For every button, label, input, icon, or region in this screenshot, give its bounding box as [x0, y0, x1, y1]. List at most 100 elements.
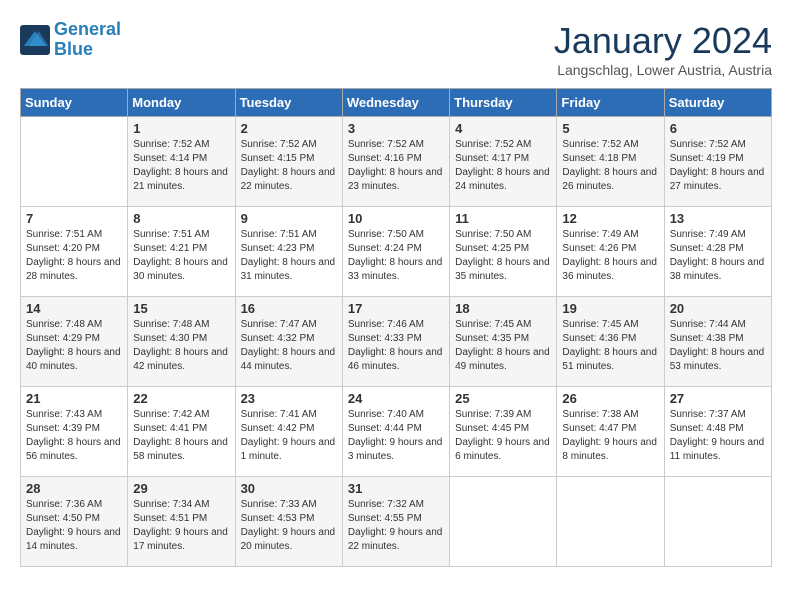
day-number: 10 — [348, 211, 444, 226]
day-cell-9: 9Sunrise: 7:51 AMSunset: 4:23 PMDaylight… — [235, 207, 342, 297]
day-cell-31: 31 Sunrise: 7:32 AMSunset: 4:55 PMDayligh… — [342, 477, 449, 567]
day-cell-6: 6 Sunrise: 7:52 AMSunset: 4:19 PMDaylight… — [664, 117, 771, 207]
day-info: Sunrise: 7:52 AMSunset: 4:16 PMDaylight:… — [348, 138, 444, 194]
day-number: 18 — [455, 301, 551, 316]
day-number: 6 — [670, 121, 766, 136]
day-cell-23: 23 Sunrise: 7:41 AMSunset: 4:42 PMDayligh… — [235, 387, 342, 477]
day-cell-21: 21 Sunrise: 7:43 AMSunset: 4:39 PMDayligh… — [21, 387, 128, 477]
day-number: 14 — [26, 301, 122, 316]
day-info: Sunrise: 7:46 AMSunset: 4:33 PMDaylight:… — [348, 318, 444, 374]
day-info: Sunrise: 7:47 AMSunset: 4:32 PMDaylight:… — [241, 318, 337, 374]
day-number: 23 — [241, 391, 337, 406]
day-info: Sunrise: 7:45 AMSunset: 4:35 PMDaylight:… — [455, 318, 551, 374]
week-row-5: 28 Sunrise: 7:36 AMSunset: 4:50 PMDayligh… — [21, 477, 772, 567]
day-number: 2 — [241, 121, 337, 136]
col-header-monday: Monday — [128, 89, 235, 117]
day-number: 22 — [133, 391, 229, 406]
day-number: 25 — [455, 391, 551, 406]
week-row-4: 21 Sunrise: 7:43 AMSunset: 4:39 PMDayligh… — [21, 387, 772, 477]
day-number: 20 — [670, 301, 766, 316]
day-number: 3 — [348, 121, 444, 136]
col-header-tuesday: Tuesday — [235, 89, 342, 117]
day-number: 30 — [241, 481, 337, 496]
day-info: Sunrise: 7:48 AMSunset: 4:30 PMDaylight:… — [133, 318, 229, 374]
day-info: Sunrise: 7:43 AMSunset: 4:39 PMDaylight:… — [26, 408, 122, 464]
day-cell-10: 10 Sunrise: 7:50 AMSunset: 4:24 PMDayligh… — [342, 207, 449, 297]
day-cell-15: 15 Sunrise: 7:48 AMSunset: 4:30 PMDayligh… — [128, 297, 235, 387]
day-cell-2: 2 Sunrise: 7:52 AMSunset: 4:15 PMDaylight… — [235, 117, 342, 207]
day-info: Sunrise: 7:42 AMSunset: 4:41 PMDaylight:… — [133, 408, 229, 464]
day-cell-11: 11 Sunrise: 7:50 AMSunset: 4:25 PMDayligh… — [450, 207, 557, 297]
day-cell-12: 12 Sunrise: 7:49 AMSunset: 4:26 PMDayligh… — [557, 207, 664, 297]
day-number: 15 — [133, 301, 229, 316]
day-info: Sunrise: 7:50 AMSunset: 4:25 PMDaylight:… — [455, 228, 551, 284]
day-info: Sunrise: 7:52 AMSunset: 4:17 PMDaylight:… — [455, 138, 551, 194]
day-info: Sunrise: 7:51 AMSunset: 4:23 PMDaylight:… — [241, 228, 337, 284]
col-header-thursday: Thursday — [450, 89, 557, 117]
day-info: Sunrise: 7:36 AMSunset: 4:50 PMDaylight:… — [26, 498, 122, 554]
logo-line2: Blue — [54, 39, 93, 59]
day-number: 21 — [26, 391, 122, 406]
week-row-3: 14 Sunrise: 7:48 AMSunset: 4:29 PMDayligh… — [21, 297, 772, 387]
col-header-saturday: Saturday — [664, 89, 771, 117]
subtitle: Langschlag, Lower Austria, Austria — [554, 62, 772, 78]
empty-cell — [21, 117, 128, 207]
day-number: 24 — [348, 391, 444, 406]
month-title: January 2024 — [554, 20, 772, 62]
day-cell-13: 13Sunrise: 7:49 AMSunset: 4:28 PMDayligh… — [664, 207, 771, 297]
day-cell-26: 26 Sunrise: 7:38 AMSunset: 4:47 PMDayligh… — [557, 387, 664, 477]
empty-cell — [664, 477, 771, 567]
day-cell-27: 27 Sunrise: 7:37 AMSunset: 4:48 PMDayligh… — [664, 387, 771, 477]
day-number: 17 — [348, 301, 444, 316]
day-info: Sunrise: 7:37 AMSunset: 4:48 PMDaylight:… — [670, 408, 766, 464]
day-number: 19 — [562, 301, 658, 316]
day-info: Sunrise: 7:45 AMSunset: 4:36 PMDaylight:… — [562, 318, 658, 374]
day-number: 28 — [26, 481, 122, 496]
day-cell-8: 8Sunrise: 7:51 AMSunset: 4:21 PMDaylight… — [128, 207, 235, 297]
col-header-sunday: Sunday — [21, 89, 128, 117]
day-number: 5 — [562, 121, 658, 136]
day-number: 7 — [26, 211, 122, 226]
day-info: Sunrise: 7:52 AMSunset: 4:15 PMDaylight:… — [241, 138, 337, 194]
calendar-table: SundayMondayTuesdayWednesdayThursdayFrid… — [20, 88, 772, 567]
day-info: Sunrise: 7:44 AMSunset: 4:38 PMDaylight:… — [670, 318, 766, 374]
day-cell-17: 17 Sunrise: 7:46 AMSunset: 4:33 PMDayligh… — [342, 297, 449, 387]
day-cell-30: 30 Sunrise: 7:33 AMSunset: 4:53 PMDayligh… — [235, 477, 342, 567]
page-header: General Blue January 2024 Langschlag, Lo… — [20, 20, 772, 78]
logo-icon — [20, 25, 50, 55]
week-row-1: 1 Sunrise: 7:52 AMSunset: 4:14 PMDaylight… — [21, 117, 772, 207]
logo-text: General Blue — [54, 20, 121, 60]
day-number: 12 — [562, 211, 658, 226]
day-cell-5: 5Sunrise: 7:52 AMSunset: 4:18 PMDaylight… — [557, 117, 664, 207]
col-header-wednesday: Wednesday — [342, 89, 449, 117]
day-number: 29 — [133, 481, 229, 496]
day-info: Sunrise: 7:40 AMSunset: 4:44 PMDaylight:… — [348, 408, 444, 464]
day-number: 13 — [670, 211, 766, 226]
day-info: Sunrise: 7:49 AMSunset: 4:26 PMDaylight:… — [562, 228, 658, 284]
day-number: 1 — [133, 121, 229, 136]
day-info: Sunrise: 7:32 AMSunset: 4:55 PMDaylight:… — [348, 498, 444, 554]
day-info: Sunrise: 7:33 AMSunset: 4:53 PMDaylight:… — [241, 498, 337, 554]
day-number: 4 — [455, 121, 551, 136]
day-cell-4: 4 Sunrise: 7:52 AMSunset: 4:17 PMDaylight… — [450, 117, 557, 207]
day-cell-25: 25Sunrise: 7:39 AMSunset: 4:45 PMDayligh… — [450, 387, 557, 477]
logo-line1: General — [54, 19, 121, 39]
day-info: Sunrise: 7:34 AMSunset: 4:51 PMDaylight:… — [133, 498, 229, 554]
day-info: Sunrise: 7:38 AMSunset: 4:47 PMDaylight:… — [562, 408, 658, 464]
day-cell-1: 1 Sunrise: 7:52 AMSunset: 4:14 PMDaylight… — [128, 117, 235, 207]
day-info: Sunrise: 7:51 AMSunset: 4:20 PMDaylight:… — [26, 228, 122, 284]
day-info: Sunrise: 7:50 AMSunset: 4:24 PMDaylight:… — [348, 228, 444, 284]
header-row: SundayMondayTuesdayWednesdayThursdayFrid… — [21, 89, 772, 117]
day-number: 16 — [241, 301, 337, 316]
day-number: 11 — [455, 211, 551, 226]
day-info: Sunrise: 7:41 AMSunset: 4:42 PMDaylight:… — [241, 408, 337, 464]
day-info: Sunrise: 7:52 AMSunset: 4:14 PMDaylight:… — [133, 138, 229, 194]
day-number: 26 — [562, 391, 658, 406]
day-info: Sunrise: 7:48 AMSunset: 4:29 PMDaylight:… — [26, 318, 122, 374]
day-cell-18: 18 Sunrise: 7:45 AMSunset: 4:35 PMDayligh… — [450, 297, 557, 387]
day-cell-19: 19 Sunrise: 7:45 AMSunset: 4:36 PMDayligh… — [557, 297, 664, 387]
col-header-friday: Friday — [557, 89, 664, 117]
day-info: Sunrise: 7:52 AMSunset: 4:19 PMDaylight:… — [670, 138, 766, 194]
day-number: 31 — [348, 481, 444, 496]
day-number: 27 — [670, 391, 766, 406]
